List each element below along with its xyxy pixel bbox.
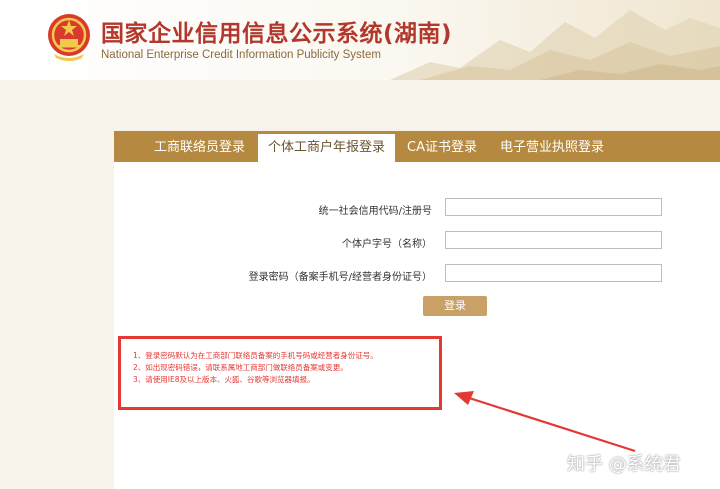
tab-e-business-license-login[interactable]: 电子营业执照登录 xyxy=(500,131,604,162)
business-name-input[interactable] xyxy=(445,231,662,249)
national-emblem-icon xyxy=(48,14,90,61)
login-tab-bar: 工商联络员登录 个体工商户年报登录 CA证书登录 电子营业执照登录 xyxy=(114,131,720,162)
password-input[interactable] xyxy=(445,264,662,282)
site-title: 国家企业信用信息公示系统(湖南) xyxy=(101,21,453,47)
tab-ca-certificate-login[interactable]: CA证书登录 xyxy=(407,131,477,162)
notice-list: 1、登录密码默认为在工商部门联络员备案的手机号码或经营者身份证号。 2、如出现密… xyxy=(121,339,439,386)
notice-item: 1、登录密码默认为在工商部门联络员备案的手机号码或经营者身份证号。 xyxy=(133,351,378,360)
tab-individual-annual-report-login[interactable]: 个体工商户年报登录 xyxy=(258,134,396,162)
annotation-arrow-icon xyxy=(454,391,636,453)
site-header: 国家企业信用信息公示系统(湖南) National Enterprise Cre… xyxy=(0,0,720,80)
tab-liaison-login[interactable]: 工商联络员登录 xyxy=(154,131,245,162)
password-label: 登录密码（备案手机号/经营者身份证号） xyxy=(248,272,432,283)
login-button[interactable]: 登录 xyxy=(423,296,487,316)
watermark-text: 知乎 @系统君 xyxy=(567,454,681,475)
name-label: 个体户字号（名称） xyxy=(342,239,432,250)
login-notice-box: 1、登录密码默认为在工商部门联络员备案的手机号码或经营者身份证号。 2、如出现密… xyxy=(118,336,442,410)
credit-code-input[interactable] xyxy=(445,198,662,216)
credit-code-label: 统一社会信用代码/注册号 xyxy=(318,206,432,217)
notice-item: 3、请使用IE8及以上版本、火狐、谷歌等浏览器填报。 xyxy=(133,375,315,384)
notice-item: 2、如出现密码错误，请联系属地工商部门做联络员备案或变更。 xyxy=(133,363,348,372)
site-subtitle: National Enterprise Credit Information P… xyxy=(101,49,381,61)
